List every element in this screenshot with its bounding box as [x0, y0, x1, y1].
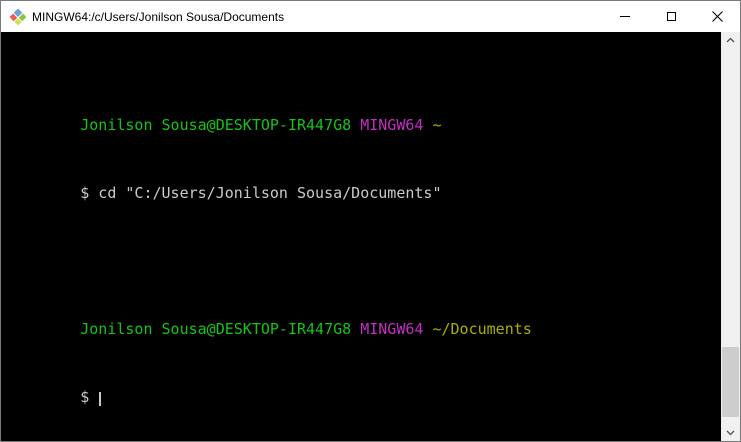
git-bash-app-icon — [9, 8, 27, 25]
command-text: $ cd "C:/Users/Jonilson Sousa/Documents" — [80, 184, 442, 202]
maximize-button[interactable] — [648, 1, 694, 32]
terminal-output-area[interactable]: Jonilson Sousa@DESKTOP-IR447G8 MINGW64 ~… — [1, 32, 721, 441]
git-bash-window: MINGW64:/c/Users/Jonilson Sousa/Document… — [0, 0, 741, 442]
scrollbar-track[interactable] — [721, 49, 740, 424]
close-icon — [711, 11, 723, 22]
terminal-prompt-line: Jonilson Sousa@DESKTOP-IR447G8 MINGW64 ~… — [8, 304, 721, 338]
prompt-dollar: $ — [80, 388, 99, 406]
scrollbar-thumb[interactable] — [722, 347, 739, 417]
prompt-user-host: Jonilson Sousa@DESKTOP-IR447G8 — [80, 320, 352, 338]
scroll-down-button[interactable] — [721, 424, 740, 441]
terminal-input-line: $ — [8, 372, 721, 406]
vertical-scrollbar[interactable] — [721, 32, 740, 441]
terminal-command-line: $ cd "C:/Users/Jonilson Sousa/Documents" — [8, 168, 721, 202]
close-button[interactable] — [694, 1, 740, 32]
prompt-path: ~ — [423, 116, 442, 134]
minimize-button[interactable] — [602, 1, 648, 32]
chevron-up-icon — [726, 37, 735, 43]
prompt-user-host: Jonilson Sousa@DESKTOP-IR447G8 — [80, 116, 352, 134]
terminal-cursor — [99, 392, 102, 406]
chevron-down-icon — [726, 430, 735, 436]
prompt-env: MINGW64 — [351, 116, 424, 134]
prompt-path: ~/Documents — [423, 320, 532, 338]
minimize-icon — [620, 16, 630, 17]
window-title: MINGW64:/c/Users/Jonilson Sousa/Document… — [32, 9, 285, 24]
maximize-icon — [666, 12, 676, 21]
caption-buttons — [602, 1, 740, 32]
prompt-env: MINGW64 — [351, 320, 424, 338]
scroll-up-button[interactable] — [721, 32, 740, 49]
titlebar[interactable]: MINGW64:/c/Users/Jonilson Sousa/Document… — [1, 1, 740, 32]
terminal-prompt-line: Jonilson Sousa@DESKTOP-IR447G8 MINGW64 ~ — [8, 100, 721, 134]
